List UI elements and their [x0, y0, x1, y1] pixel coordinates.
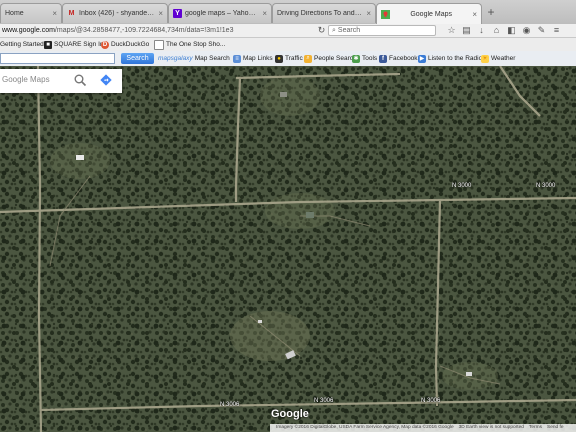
- share-icon[interactable]: ◧: [506, 25, 517, 36]
- download-icon[interactable]: ↓: [476, 25, 487, 36]
- toolbar-item-label: Map Search: [194, 55, 230, 62]
- map-links-icon: ≡: [233, 54, 241, 63]
- pocket-icon[interactable]: ◉: [521, 25, 532, 36]
- toolbar-item-label: Tools: [362, 55, 378, 62]
- close-icon[interactable]: ×: [52, 9, 57, 18]
- toolbar-tools[interactable]: ✱ Tools: [352, 53, 377, 64]
- toolbar-item-label: Facebook: [389, 55, 418, 62]
- map-attribution: Imagery ©2016 DigitalGlobe, USDA Farm Se…: [270, 424, 576, 432]
- tab-google-maps[interactable]: Google Maps ×: [376, 3, 482, 24]
- extension-icon[interactable]: ✎: [536, 25, 547, 36]
- bookmark-getting-started[interactable]: Getting Started: [0, 39, 44, 50]
- home-icon[interactable]: ⌂: [491, 25, 502, 36]
- tab-yahoo[interactable]: Y google maps – Yahoo Sea... ×: [168, 3, 272, 23]
- road-label: N 3006: [220, 402, 240, 408]
- yahoo-icon: Y: [173, 9, 182, 18]
- maps-search-box[interactable]: Google Maps: [0, 69, 122, 93]
- toolbar-item-label: Listen to the Radio: [428, 55, 483, 62]
- toolbar-map-search[interactable]: mapsgalaxy Map Search: [158, 53, 230, 64]
- bookmark-label: DuckDuckGo: [111, 41, 150, 48]
- toolbar-search-input[interactable]: [0, 53, 115, 64]
- close-icon[interactable]: ×: [366, 9, 371, 18]
- close-icon[interactable]: ×: [472, 10, 477, 19]
- tab-title: Inbox (426) - shyander@g...: [79, 10, 156, 17]
- toolbar-weather[interactable]: ☀ Weather: [481, 53, 515, 64]
- tab-directions[interactable]: Driving Directions To and Fro... ×: [272, 3, 376, 23]
- tab-title: Home: [5, 10, 24, 17]
- google-logo: Google: [271, 408, 309, 420]
- reload-icon[interactable]: ↻: [316, 25, 327, 36]
- gmail-icon: M: [68, 10, 75, 17]
- bookmarks-menu-icon[interactable]: ▤: [461, 25, 472, 36]
- url-host: www.google.com: [2, 27, 55, 34]
- search-placeholder: Search: [337, 27, 361, 34]
- google-maps-icon: [381, 9, 390, 19]
- road-label: N 3000: [452, 183, 472, 189]
- toolbar-map-links[interactable]: ≡ Map Links: [233, 53, 273, 64]
- toolbar-radio[interactable]: ▶ Listen to the Radio: [418, 53, 482, 64]
- traffic-icon: ●: [275, 54, 283, 63]
- satellite-map[interactable]: N 3000 N 3000 N 3006 N 3006 N 3006: [0, 66, 576, 432]
- satellite-imagery: [0, 66, 576, 432]
- browser-search-input[interactable]: ⌕ Search: [328, 25, 436, 36]
- bookmarks-bar: Getting Started ■ SQUARE Sign In D DuckD…: [0, 38, 576, 52]
- road-label: N 3006: [421, 398, 441, 404]
- close-icon[interactable]: ×: [262, 9, 267, 18]
- toolbar-item-label: Map Links: [243, 55, 273, 62]
- weather-icon: ☀: [481, 54, 489, 63]
- address-bar[interactable]: www.google.com/maps/@34.2858477,-109.722…: [0, 25, 330, 36]
- tab-title: google maps – Yahoo Sea...: [185, 10, 260, 17]
- mapsgalaxy-toolbar: Search mapsgalaxy Map Search ≡ Map Links…: [0, 51, 576, 67]
- toolbar-search-button[interactable]: Search: [121, 53, 154, 64]
- maps-search-placeholder: Google Maps: [2, 75, 50, 84]
- road-label: N 3006: [314, 398, 334, 404]
- earth-view-notice: 3D Earth view is not supported: [458, 425, 524, 430]
- navigation-bar: www.google.com/maps/@34.2858477,-109.722…: [0, 24, 576, 38]
- tab-home[interactable]: Home ×: [0, 3, 62, 23]
- tools-icon: ✱: [352, 54, 360, 63]
- new-tab-button[interactable]: +: [485, 6, 497, 18]
- search-icon[interactable]: [73, 73, 87, 87]
- url-path: /maps/@34.2858477,-109.7224684,734m/data…: [54, 27, 234, 34]
- bookmark-label: The One Stop Sho...: [166, 41, 226, 48]
- radio-icon: ▶: [418, 54, 426, 63]
- bookmark-label: Getting Started: [0, 41, 44, 48]
- directions-icon[interactable]: [100, 74, 112, 86]
- toolbar-item-label: Traffic: [285, 55, 303, 62]
- bookmark-duckduckgo[interactable]: D DuckDuckGo: [101, 39, 149, 50]
- search-icon: ⌕: [332, 27, 336, 34]
- tab-strip: Home × M Inbox (426) - shyander@g... × Y…: [0, 0, 576, 25]
- bookmark-label: SQUARE Sign In: [54, 41, 104, 48]
- close-icon[interactable]: ×: [158, 9, 163, 18]
- square-icon: ■: [44, 40, 52, 49]
- people-search-icon: ⌕: [304, 54, 312, 63]
- bookmark-star-icon[interactable]: ☆: [446, 25, 457, 36]
- road-label: N 3000: [536, 183, 556, 189]
- bookmark-square[interactable]: ■ SQUARE Sign In: [44, 39, 104, 50]
- toolbar-item-label: Weather: [491, 55, 516, 62]
- tab-title: Google Maps: [410, 10, 452, 18]
- page-icon: [154, 39, 164, 50]
- toolbar-people-search[interactable]: ⌕ People Search: [304, 53, 357, 64]
- toolbar-facebook[interactable]: f Facebook: [379, 53, 418, 64]
- menu-icon[interactable]: ≡: [551, 25, 562, 36]
- mapsgalaxy-icon: mapsgalaxy: [158, 55, 193, 62]
- tab-gmail[interactable]: M Inbox (426) - shyander@g... ×: [62, 3, 168, 23]
- facebook-icon: f: [379, 54, 387, 63]
- imagery-attribution: Imagery ©2016 DigitalGlobe, USDA Farm Se…: [276, 425, 454, 430]
- toolbar-traffic[interactable]: ● Traffic: [275, 53, 303, 64]
- duckduckgo-icon: D: [101, 40, 109, 49]
- toolbar-item-label: People Search: [314, 55, 357, 62]
- terms-link[interactable]: Terms: [529, 424, 542, 432]
- send-feedback-link[interactable]: Send fe: [547, 424, 564, 432]
- tab-title: Driving Directions To and Fro...: [277, 10, 364, 17]
- bookmark-one-stop-shop[interactable]: The One Stop Sho...: [154, 39, 225, 50]
